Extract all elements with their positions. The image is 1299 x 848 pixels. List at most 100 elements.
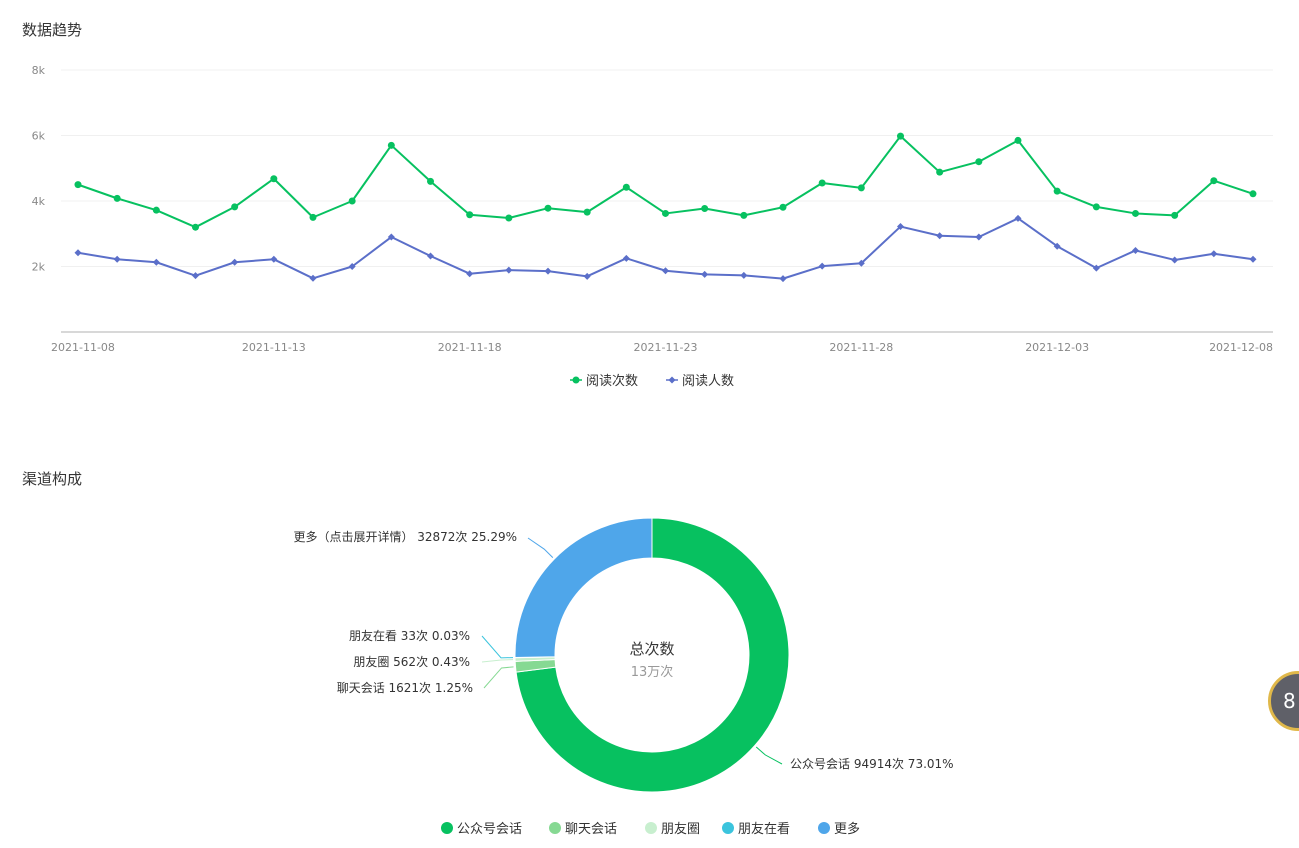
data-point [936,232,944,240]
data-point [231,258,239,266]
data-point [701,270,709,278]
slice-label: 朋友圈 562次 0.43% [353,655,470,669]
data-point [1249,255,1257,263]
data-point [348,197,356,205]
trend-section-title: 数据趋势 [22,21,83,39]
donut-center-title: 总次数 [629,640,674,658]
x-tick-label: 2021-12-08 [1209,341,1273,354]
data-point [1249,190,1257,198]
legend-item[interactable]: 朋友在看 [722,821,790,837]
data-point [662,209,669,217]
data-point [897,132,904,140]
data-point [427,177,434,185]
data-point [466,211,474,219]
legend-item[interactable]: 公众号会话 [441,822,522,837]
legend-marker [722,822,734,834]
data-point [1132,209,1139,217]
data-point [1210,177,1218,185]
legend-item[interactable]: 朋友圈 [645,821,700,837]
x-tick-label: 2021-11-13 [242,341,306,354]
data-point [975,158,983,166]
data-point [74,249,82,257]
data-point [1171,256,1179,264]
data-point [818,262,826,270]
leader-line [483,666,514,689]
data-point [1171,211,1179,219]
y-tick-label: 4k [32,195,46,208]
data-point [113,194,121,202]
y-tick-label: 8k [32,64,46,77]
data-point [152,206,160,214]
data-point [309,274,317,282]
data-point [192,223,199,231]
data-point [231,203,239,211]
legend-item[interactable]: 聊天会话 [549,822,617,837]
floating-assistant-label: 8 [1283,689,1296,713]
slice-label: 公众号会话 94914次 73.01% [790,757,954,771]
data-point [740,211,748,219]
data-point [1014,136,1022,144]
x-tick-label: 2021-11-18 [438,341,502,354]
data-point [387,141,395,149]
data-point [466,270,474,278]
data-point [583,272,591,280]
channel-section-title: 渠道构成 [22,470,83,488]
x-tick-label: 2021-11-28 [829,341,893,354]
data-point [505,214,513,222]
data-point [701,205,709,213]
data-point [113,255,121,263]
legend-label: 聊天会话 [565,822,617,837]
legend-marker [668,376,676,384]
legend-label: 公众号会话 [457,822,522,837]
legend-label: 阅读人数 [682,374,734,389]
legend-label: 朋友在看 [738,821,790,837]
data-point [936,168,944,176]
data-point [270,255,278,263]
data-point [1210,250,1218,258]
data-point [427,252,434,260]
data-point [818,179,826,187]
slice-label: 朋友在看 33次 0.03% [349,629,470,643]
data-point [1092,203,1100,211]
data-point [1053,187,1061,195]
data-point [975,233,983,241]
data-point [583,208,591,216]
leader-line [481,659,514,663]
data-point [74,181,82,189]
slice-label: 聊天会话 1621次 1.25% [337,681,473,695]
legend-marker [818,822,830,834]
data-point [779,275,787,283]
donut-slice[interactable] [514,517,653,658]
legend-marker [572,376,580,384]
y-tick-label: 6k [32,130,46,143]
leader-line [481,635,514,659]
y-tick-label: 2k [32,261,46,274]
data-point [622,254,630,262]
data-point [1132,246,1139,254]
data-point [152,258,160,266]
legend-item[interactable]: 阅读次数 [570,373,638,389]
data-point [192,272,199,280]
x-tick-label: 2021-11-08 [51,341,115,354]
legend-marker [549,822,561,834]
data-point [662,267,669,275]
data-point [740,271,748,279]
data-point [544,204,552,212]
legend-marker [645,822,657,834]
data-point [779,203,787,211]
data-point [309,213,317,221]
data-point [505,266,513,274]
x-tick-label: 2021-11-23 [634,341,698,354]
legend-label: 更多 [834,821,860,837]
leader-line [755,746,783,765]
legend-label: 朋友圈 [661,821,700,837]
legend-item[interactable]: 阅读人数 [666,374,734,389]
data-point [622,183,630,191]
donut-center-value: 13万次 [631,664,674,680]
legend-label: 阅读次数 [586,373,638,389]
legend-marker [441,822,453,834]
slice-label: 更多（点击展开详情） 32872次 25.29% [293,529,517,544]
data-point [857,184,865,192]
legend-item[interactable]: 更多 [818,821,860,837]
reading-trend-line-chart: 2k 4k 6k 8k 2021-11-08 2021-11-13 2021-11-18 20… [32,64,1273,389]
